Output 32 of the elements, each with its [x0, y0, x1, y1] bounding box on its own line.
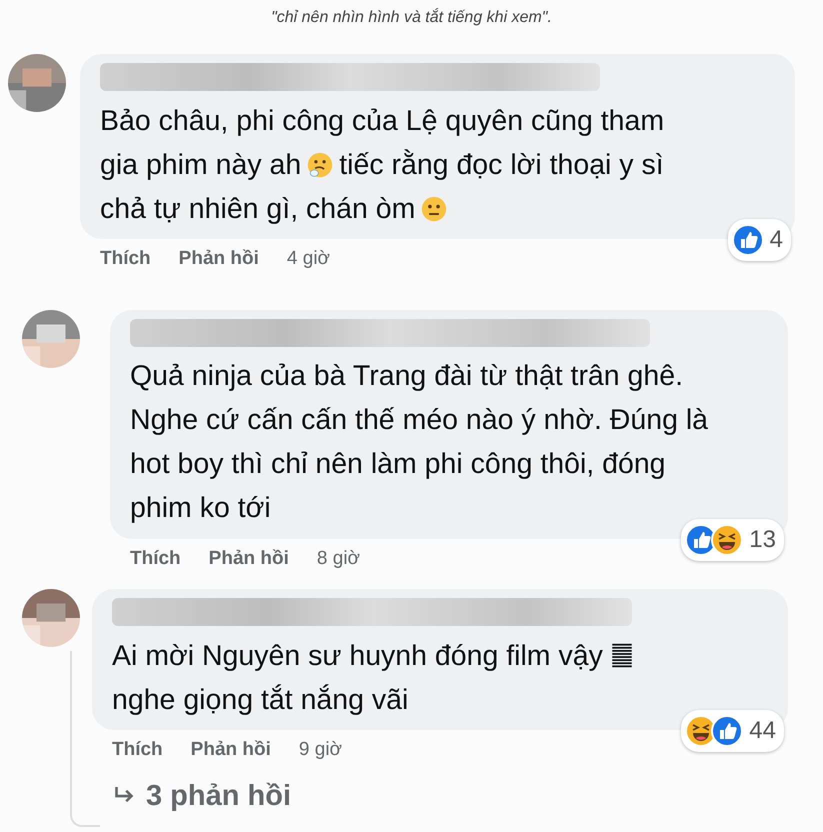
comment-text: chả tự nhiên gì, chán òm	[100, 192, 416, 226]
thinking-face-icon	[307, 152, 334, 178]
like-icon	[711, 715, 744, 747]
avatar	[22, 589, 80, 647]
comment-text: tiếc rằng đọc lời thoại y sì	[339, 148, 664, 182]
like-icon	[732, 224, 764, 256]
comment-text: phim ko tới	[130, 491, 271, 526]
action-link[interactable]: Phản hồi	[190, 736, 271, 764]
timestamp: 4 giờ	[286, 247, 330, 271]
comment-text: Bảo châu, phi công của Lệ quyên cũng tham	[100, 104, 664, 138]
comment-text: Quả ninja của bà Trang đài từ thật trân ghê.	[130, 359, 684, 394]
reaction-pill[interactable]: 13	[681, 518, 784, 560]
action-link[interactable]: Thích	[112, 736, 163, 764]
reaction-pill[interactable]: 4	[728, 219, 791, 261]
action-link[interactable]: Thích	[130, 544, 181, 573]
comment-text: Ai mời Nguyên sư huynh đóng film vậy	[112, 638, 603, 674]
action-link[interactable]: Phản hồi	[208, 544, 289, 573]
action-link[interactable]: Phản hồi	[178, 245, 259, 274]
avatar	[8, 54, 66, 112]
neutral-face-icon	[421, 196, 448, 222]
comment-text: nghe giọng tắt nắng vãi	[112, 682, 408, 718]
caption: "chỉ nên nhìn hình và tắt tiếng khi xem".	[270, 7, 553, 28]
comment-text: gia phim này ah	[100, 148, 302, 182]
view-replies-link[interactable]: 3 phản hồi	[146, 774, 291, 818]
avatar	[22, 310, 80, 368]
comment-text: Nghe cứ cấn cấn thế méo nào ý nhờ. Đúng là	[130, 403, 708, 438]
reaction-pill[interactable]: 44	[681, 710, 784, 752]
comment-text: hot boy thì chỉ nên làm phi công thôi, đóng	[130, 447, 666, 482]
action-link[interactable]: Thích	[100, 245, 151, 274]
timestamp: 8 giờ	[316, 546, 360, 570]
timestamp: 9 giờ	[298, 738, 342, 762]
laughing-face-icon	[711, 524, 744, 556]
